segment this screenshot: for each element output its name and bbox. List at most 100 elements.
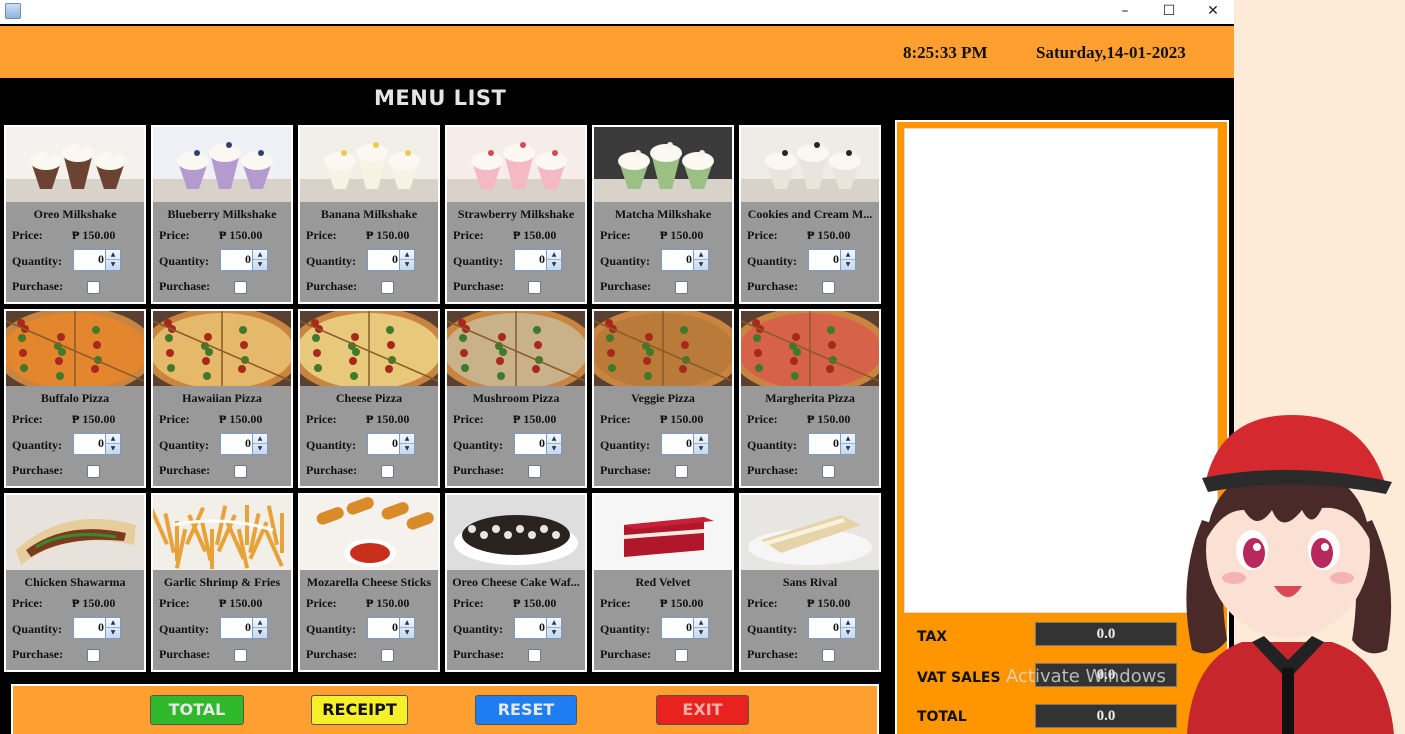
quantity-value[interactable]: 0 — [368, 436, 398, 451]
chevron-up-icon[interactable]: ▲ — [400, 250, 414, 260]
total-field[interactable]: 0.0 — [1035, 704, 1177, 728]
chevron-down-icon[interactable]: ▼ — [841, 260, 855, 270]
quantity-stepper[interactable]: 0 ▲ ▼ — [661, 433, 709, 455]
purchase-checkbox[interactable] — [87, 465, 100, 478]
chevron-up-icon[interactable]: ▲ — [841, 434, 855, 444]
quantity-value[interactable]: 0 — [662, 436, 692, 451]
chevron-up-icon[interactable]: ▲ — [841, 618, 855, 628]
quantity-value[interactable]: 0 — [221, 252, 251, 267]
stepper-arrows[interactable]: ▲ ▼ — [252, 434, 267, 454]
quantity-stepper[interactable]: 0 ▲ ▼ — [514, 249, 562, 271]
quantity-value[interactable]: 0 — [809, 620, 839, 635]
chevron-up-icon[interactable]: ▲ — [694, 250, 708, 260]
stepper-arrows[interactable]: ▲ ▼ — [105, 250, 120, 270]
chevron-down-icon[interactable]: ▼ — [253, 444, 267, 454]
purchase-checkbox[interactable] — [675, 465, 688, 478]
quantity-stepper[interactable]: 0 ▲ ▼ — [514, 617, 562, 639]
purchase-checkbox[interactable] — [822, 281, 835, 294]
quantity-value[interactable]: 0 — [515, 620, 545, 635]
quantity-value[interactable]: 0 — [74, 436, 104, 451]
receipt-text-area[interactable] — [904, 128, 1218, 613]
quantity-value[interactable]: 0 — [368, 620, 398, 635]
purchase-checkbox[interactable] — [822, 465, 835, 478]
quantity-stepper[interactable]: 0 ▲ ▼ — [514, 433, 562, 455]
chevron-down-icon[interactable]: ▼ — [400, 628, 414, 638]
chevron-down-icon[interactable]: ▼ — [841, 628, 855, 638]
stepper-arrows[interactable]: ▲ ▼ — [399, 250, 414, 270]
chevron-up-icon[interactable]: ▲ — [694, 434, 708, 444]
chevron-down-icon[interactable]: ▼ — [253, 628, 267, 638]
purchase-checkbox[interactable] — [528, 281, 541, 294]
quantity-value[interactable]: 0 — [662, 252, 692, 267]
chevron-down-icon[interactable]: ▼ — [694, 444, 708, 454]
purchase-checkbox[interactable] — [234, 465, 247, 478]
purchase-checkbox[interactable] — [234, 649, 247, 662]
chevron-up-icon[interactable]: ▲ — [106, 250, 120, 260]
quantity-value[interactable]: 0 — [809, 252, 839, 267]
maximize-button[interactable]: ☐ — [1146, 0, 1192, 24]
stepper-arrows[interactable]: ▲ ▼ — [399, 618, 414, 638]
quantity-value[interactable]: 0 — [221, 620, 251, 635]
quantity-stepper[interactable]: 0 ▲ ▼ — [808, 249, 856, 271]
chevron-down-icon[interactable]: ▼ — [694, 260, 708, 270]
quantity-value[interactable]: 0 — [662, 620, 692, 635]
purchase-checkbox[interactable] — [675, 649, 688, 662]
quantity-stepper[interactable]: 0 ▲ ▼ — [367, 617, 415, 639]
quantity-value[interactable]: 0 — [221, 436, 251, 451]
quantity-stepper[interactable]: 0 ▲ ▼ — [73, 433, 121, 455]
quantity-stepper[interactable]: 0 ▲ ▼ — [808, 617, 856, 639]
purchase-checkbox[interactable] — [234, 281, 247, 294]
purchase-checkbox[interactable] — [87, 649, 100, 662]
purchase-checkbox[interactable] — [381, 281, 394, 294]
total-button[interactable]: TOTAL — [150, 695, 244, 725]
quantity-stepper[interactable]: 0 ▲ ▼ — [367, 249, 415, 271]
purchase-checkbox[interactable] — [822, 649, 835, 662]
chevron-down-icon[interactable]: ▼ — [841, 444, 855, 454]
quantity-stepper[interactable]: 0 ▲ ▼ — [661, 249, 709, 271]
quantity-stepper[interactable]: 0 ▲ ▼ — [220, 617, 268, 639]
minimize-button[interactable]: – — [1102, 0, 1148, 24]
quantity-value[interactable]: 0 — [368, 252, 398, 267]
chevron-up-icon[interactable]: ▲ — [106, 434, 120, 444]
stepper-arrows[interactable]: ▲ ▼ — [546, 434, 561, 454]
chevron-up-icon[interactable]: ▲ — [547, 250, 561, 260]
stepper-arrows[interactable]: ▲ ▼ — [546, 250, 561, 270]
stepper-arrows[interactable]: ▲ ▼ — [840, 434, 855, 454]
chevron-up-icon[interactable]: ▲ — [106, 618, 120, 628]
chevron-down-icon[interactable]: ▼ — [106, 628, 120, 638]
chevron-up-icon[interactable]: ▲ — [547, 618, 561, 628]
purchase-checkbox[interactable] — [381, 465, 394, 478]
chevron-down-icon[interactable]: ▼ — [547, 444, 561, 454]
purchase-checkbox[interactable] — [528, 465, 541, 478]
stepper-arrows[interactable]: ▲ ▼ — [693, 434, 708, 454]
chevron-down-icon[interactable]: ▼ — [106, 444, 120, 454]
chevron-down-icon[interactable]: ▼ — [400, 260, 414, 270]
stepper-arrows[interactable]: ▲ ▼ — [252, 618, 267, 638]
chevron-up-icon[interactable]: ▲ — [841, 250, 855, 260]
chevron-down-icon[interactable]: ▼ — [547, 628, 561, 638]
chevron-down-icon[interactable]: ▼ — [253, 260, 267, 270]
quantity-stepper[interactable]: 0 ▲ ▼ — [220, 433, 268, 455]
quantity-value[interactable]: 0 — [809, 436, 839, 451]
chevron-up-icon[interactable]: ▲ — [400, 618, 414, 628]
stepper-arrows[interactable]: ▲ ▼ — [399, 434, 414, 454]
purchase-checkbox[interactable] — [381, 649, 394, 662]
stepper-arrows[interactable]: ▲ ▼ — [840, 618, 855, 638]
chevron-up-icon[interactable]: ▲ — [400, 434, 414, 444]
quantity-stepper[interactable]: 0 ▲ ▼ — [808, 433, 856, 455]
quantity-stepper[interactable]: 0 ▲ ▼ — [73, 617, 121, 639]
reset-button[interactable]: RESET — [475, 695, 577, 725]
chevron-down-icon[interactable]: ▼ — [106, 260, 120, 270]
close-button[interactable]: ✕ — [1190, 0, 1236, 24]
quantity-stepper[interactable]: 0 ▲ ▼ — [661, 617, 709, 639]
quantity-stepper[interactable]: 0 ▲ ▼ — [367, 433, 415, 455]
stepper-arrows[interactable]: ▲ ▼ — [840, 250, 855, 270]
tax-field[interactable]: 0.0 — [1035, 622, 1177, 646]
quantity-value[interactable]: 0 — [515, 436, 545, 451]
purchase-checkbox[interactable] — [87, 281, 100, 294]
chevron-up-icon[interactable]: ▲ — [253, 618, 267, 628]
quantity-stepper[interactable]: 0 ▲ ▼ — [220, 249, 268, 271]
chevron-up-icon[interactable]: ▲ — [253, 250, 267, 260]
receipt-button[interactable]: RECEIPT — [311, 695, 408, 725]
stepper-arrows[interactable]: ▲ ▼ — [252, 250, 267, 270]
